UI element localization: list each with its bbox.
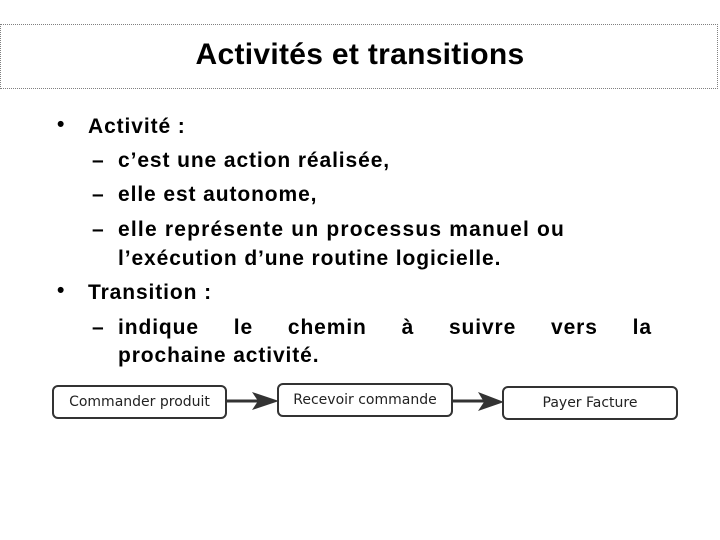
activity-commander-produit: Commander produit	[52, 385, 227, 419]
activity-payer-facture: Payer Facture	[502, 386, 678, 420]
transition-arrow-2	[452, 392, 504, 411]
transition-arrows	[226, 392, 504, 411]
activity-recevoir-commande: Recevoir commande	[277, 383, 453, 417]
transition-arrow-1	[226, 392, 279, 410]
